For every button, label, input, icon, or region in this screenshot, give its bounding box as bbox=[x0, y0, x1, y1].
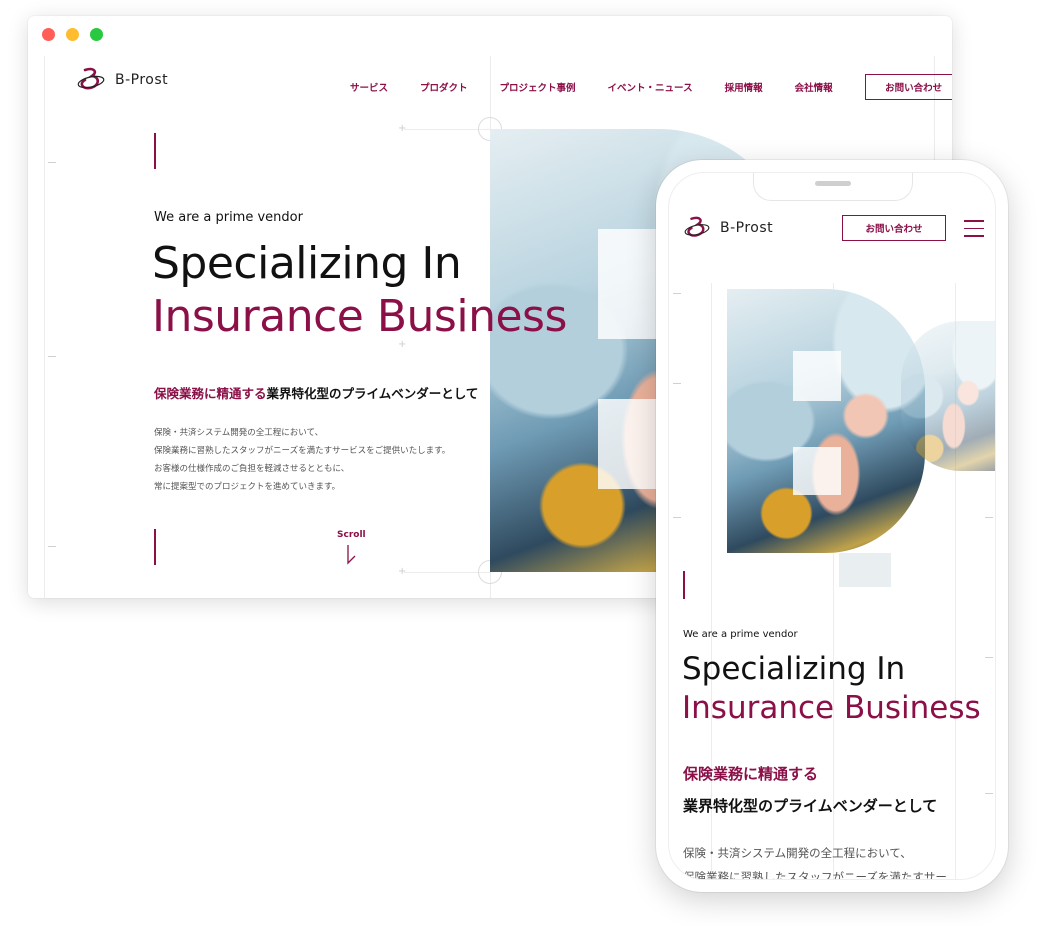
site-logo[interactable]: B-Prost bbox=[76, 66, 168, 94]
guide-tick bbox=[985, 793, 993, 794]
hero-body-line: 保険・共済システム開発の全工程において、 bbox=[154, 428, 324, 438]
contact-button[interactable]: お問い合わせ bbox=[864, 74, 952, 100]
logo-text: B-Prost bbox=[720, 220, 774, 236]
mobile-screen: B-Prost お問い合わせ We are a prime vendor Spe… bbox=[668, 172, 996, 880]
mobile-hero-eyebrow: We are a prime vendor bbox=[683, 629, 798, 640]
accent-bar bbox=[154, 133, 156, 169]
logo-mark-icon bbox=[684, 216, 710, 237]
hero-tagline-rest: 業界特化型のプライムベンダーとして bbox=[266, 386, 479, 401]
logo-cutout bbox=[793, 351, 841, 401]
mobile-hero-image bbox=[727, 289, 925, 553]
guide-tick bbox=[673, 293, 681, 294]
guide-tick bbox=[48, 356, 56, 357]
guide-plus: + bbox=[398, 123, 407, 134]
mobile-hero-body-line: 保険業務に習熟したスタッフがニーズを満たすサー bbox=[683, 870, 947, 880]
close-window-button[interactable] bbox=[42, 28, 55, 41]
mobile-hero-headline-line1: Specializing In bbox=[682, 651, 906, 687]
logo-shadow-block bbox=[839, 553, 891, 587]
mobile-hero-image-echo bbox=[901, 321, 995, 471]
logo-cutout bbox=[598, 229, 658, 339]
mobile-hero-headline-line2: Insurance Business bbox=[682, 690, 981, 726]
accent-bar bbox=[683, 571, 685, 599]
nav-item-case-studies[interactable]: プロジェクト事例 bbox=[500, 80, 576, 94]
logo-cutout bbox=[793, 447, 841, 495]
mobile-phone-mockup: B-Prost お問い合わせ We are a prime vendor Spe… bbox=[656, 160, 1008, 892]
hero-tagline-accent: 保険業務に精通する bbox=[154, 386, 267, 401]
hamburger-menu-icon[interactable] bbox=[964, 220, 984, 243]
guide-tick bbox=[673, 517, 681, 518]
guide-tick bbox=[985, 657, 993, 658]
mobile-hero-body-line: 保険・共済システム開発の全工程において、 bbox=[683, 846, 912, 860]
nav-item-recruit[interactable]: 採用情報 bbox=[725, 80, 763, 94]
guide-tick bbox=[673, 383, 681, 384]
hero-body-line: 保険業務に習熟したスタッフがニーズを満たすサービスをご提供いたします。 bbox=[154, 446, 451, 456]
guide-line bbox=[44, 56, 45, 598]
scroll-arrow-icon bbox=[347, 545, 356, 565]
guide-tick bbox=[48, 162, 56, 163]
hero-body: 保険・共済システム開発の全工程において、 保険業務に習熟したスタッフがニーズを満… bbox=[154, 424, 484, 496]
mobile-hero-body: 保険・共済システム開発の全工程において、 保険業務に習熟したスタッフがニーズを満… bbox=[683, 841, 947, 880]
guide-plus: + bbox=[398, 566, 407, 577]
main-nav: サービス プロダクト プロジェクト事例 イベント・ニュース 採用情報 会社情報 … bbox=[350, 74, 952, 100]
logo-mark-icon bbox=[77, 67, 105, 90]
phone-speaker bbox=[815, 181, 851, 186]
logo-text: B-Prost bbox=[115, 72, 169, 88]
nav-item-products[interactable]: プロダクト bbox=[420, 80, 468, 94]
hero-tagline: 保険業務に精通する業界特化型のプライムベンダーとして bbox=[154, 383, 478, 402]
window-controls bbox=[42, 28, 103, 41]
minimize-window-button[interactable] bbox=[66, 28, 79, 41]
hero-body-line: お客様の仕様作成のご負担を軽減させるとともに、 bbox=[154, 464, 350, 474]
guide-tick bbox=[48, 546, 56, 547]
mobile-hero-tagline-line1: 保険業務に精通する bbox=[683, 765, 819, 783]
guide-line bbox=[711, 283, 712, 879]
scroll-label: Scroll bbox=[337, 530, 366, 540]
nav-item-company[interactable]: 会社情報 bbox=[795, 80, 833, 94]
accent-bar bbox=[154, 529, 156, 565]
mobile-site-logo[interactable]: B-Prost bbox=[683, 215, 773, 241]
logo-cutout bbox=[598, 399, 658, 489]
hero-body-line: 常に提案型でのプロジェクトを進めていきます。 bbox=[154, 482, 341, 492]
mobile-contact-button[interactable]: お問い合わせ bbox=[842, 215, 946, 241]
hero-headline-line1: Specializing In bbox=[152, 238, 462, 289]
scroll-indicator[interactable]: Scroll bbox=[337, 530, 366, 565]
phone-notch bbox=[753, 173, 913, 201]
hero-headline-line2: Insurance Business bbox=[152, 291, 567, 342]
mobile-hero-tagline-line2: 業界特化型のプライムベンダーとして bbox=[683, 797, 938, 815]
nav-item-services[interactable]: サービス bbox=[350, 80, 388, 94]
maximize-window-button[interactable] bbox=[90, 28, 103, 41]
nav-item-events-news[interactable]: イベント・ニュース bbox=[608, 80, 693, 94]
hero-eyebrow: We are a prime vendor bbox=[154, 210, 303, 225]
guide-tick bbox=[985, 517, 993, 518]
